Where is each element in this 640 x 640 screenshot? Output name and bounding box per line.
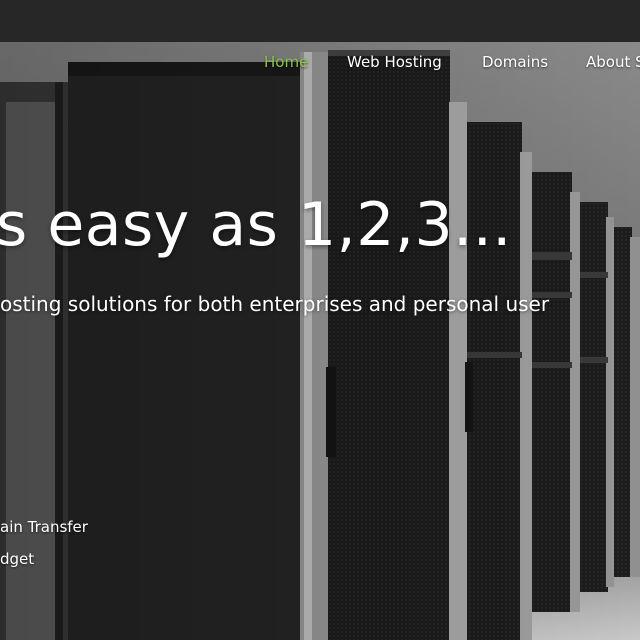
- hero-headline: s easy as 1,2,3...: [0, 190, 512, 260]
- nav-item-home[interactable]: Home: [264, 53, 308, 71]
- page: Home Web Hosting Domains About S s easy …: [0, 0, 640, 640]
- hero-section: [0, 42, 640, 640]
- feature-item-budget: dget: [0, 550, 35, 568]
- nav-item-domains[interactable]: Domains: [482, 53, 548, 71]
- top-bar: [0, 0, 640, 42]
- nav-item-about[interactable]: About S: [586, 53, 640, 71]
- hero-subheadline: osting solutions for both enterprises an…: [0, 292, 550, 316]
- nav-item-web-hosting[interactable]: Web Hosting: [347, 53, 442, 71]
- feature-item-domain-transfer: ain Transfer: [0, 518, 88, 536]
- hero-overlay: [0, 42, 640, 640]
